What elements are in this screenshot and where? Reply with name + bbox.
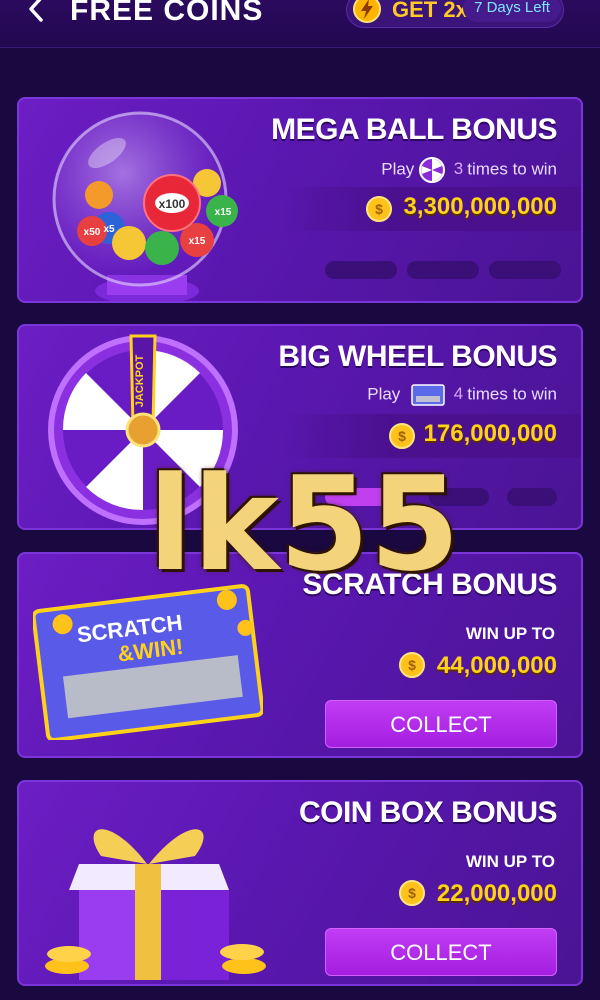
page-title: FREE COINS xyxy=(70,0,264,27)
progress-pill xyxy=(489,261,561,279)
play-count: 3 xyxy=(453,159,464,179)
coin-icon: $ xyxy=(399,652,425,678)
svg-text:$: $ xyxy=(398,428,406,444)
mega-ball-bonus-card[interactable]: x100 x15 x15 x50 x5 MEGA BALL BONUS Play… xyxy=(17,97,583,303)
progress-pill xyxy=(325,261,397,279)
days-left-badge: 7 Days Left xyxy=(463,0,561,22)
mega-ball-globe-image: x100 x15 x15 x50 x5 xyxy=(52,111,238,301)
card-title: COIN BOX BONUS xyxy=(298,796,558,829)
coin-box-bonus-card[interactable]: COIN BOX BONUS WIN UP TO $ 22,000,000 CO… xyxy=(17,780,583,986)
progress-pill xyxy=(507,488,557,506)
play-requirement: Play 4 times to win xyxy=(367,384,557,406)
coin-icon: $ xyxy=(389,423,415,449)
ball-x15b-label: x15 xyxy=(189,236,206,247)
prize-amount: 3,300,000,000 xyxy=(403,193,557,220)
card-title: BIG WHEEL BONUS xyxy=(278,340,557,373)
wheel-icon xyxy=(419,157,446,183)
ball-x100-label: x100 xyxy=(159,197,186,211)
collect-button[interactable]: COLLECT xyxy=(325,928,557,976)
prize-amount: 44,000,000 xyxy=(436,652,557,679)
play-prefix: Play xyxy=(367,384,401,404)
play-suffix: times to win xyxy=(467,384,557,404)
ball-x50-label: x50 xyxy=(84,227,101,238)
watermark: lk55 xyxy=(148,448,460,600)
coin-icon: $ xyxy=(366,196,392,222)
play-requirement: Play 3 times to win xyxy=(381,157,557,183)
lightning-icon xyxy=(353,0,381,23)
prize-amount: 22,000,000 xyxy=(436,880,557,907)
win-up-to-label: WIN UP TO xyxy=(465,852,555,871)
progress-pill xyxy=(407,261,479,279)
svg-text:$: $ xyxy=(375,201,383,217)
ball-x5-label: x5 xyxy=(103,224,115,235)
collect-button[interactable]: COLLECT xyxy=(325,700,557,748)
header: FREE COINS GET 2x 7 Days Left xyxy=(0,0,600,48)
gift-box-image xyxy=(45,829,266,980)
play-count: 4 xyxy=(453,384,464,404)
play-prefix: Play xyxy=(381,159,415,179)
prize-amount: 176,000,000 xyxy=(423,420,557,447)
card-title: MEGA BALL BONUS xyxy=(271,113,557,146)
ball-x15-label: x15 xyxy=(215,207,232,218)
scratch-ticket-icon xyxy=(411,384,445,406)
boost-label: GET 2x xyxy=(392,0,468,22)
coin-icon: $ xyxy=(399,880,425,906)
svg-text:$: $ xyxy=(408,657,416,673)
svg-text:$: $ xyxy=(408,885,416,901)
win-up-to-label: WIN UP TO xyxy=(465,624,555,643)
play-suffix: times to win xyxy=(467,159,557,179)
jackpot-label: JACKPOT xyxy=(134,354,146,407)
chevron-left-icon[interactable] xyxy=(22,0,52,24)
